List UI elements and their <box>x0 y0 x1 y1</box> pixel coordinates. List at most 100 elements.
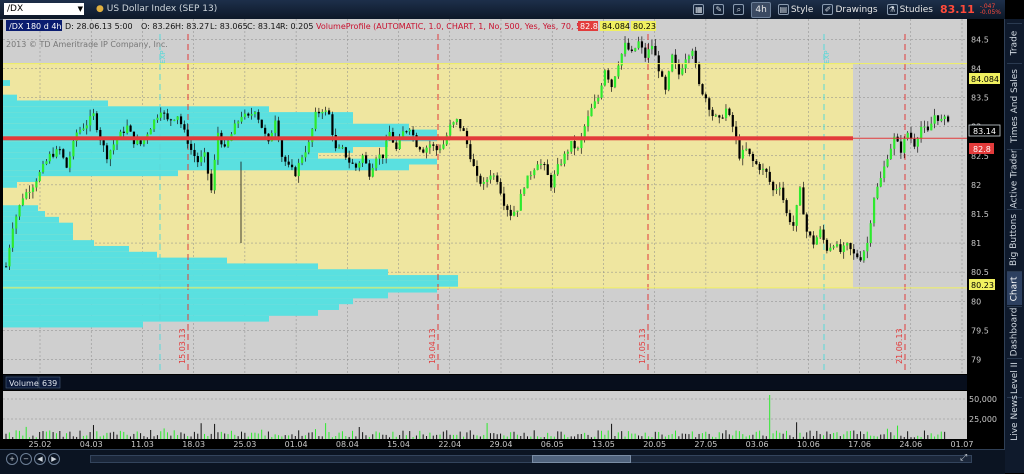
candle-body <box>778 187 781 190</box>
candle-body <box>630 49 633 52</box>
candle-body <box>751 153 755 162</box>
candle-body <box>775 189 778 191</box>
va-high-marker-text: 84.084 <box>971 75 999 84</box>
drawings-button[interactable]: ✐ Drawings <box>820 3 879 17</box>
date-tick: 04.03 <box>80 440 103 449</box>
profile-bar <box>3 94 17 101</box>
profile-bar <box>3 269 388 276</box>
candle-body <box>593 101 596 108</box>
candle-body <box>859 257 862 261</box>
profile-bar <box>3 257 227 264</box>
studies-button[interactable]: ⚗ Studies <box>885 3 935 17</box>
sidebar-tab-trade[interactable]: Trade <box>1007 23 1022 62</box>
candle-body <box>92 113 95 117</box>
symbol-selector[interactable]: /DX ▼ <box>4 3 84 15</box>
fit-zoom-icon[interactable]: ⤢ <box>960 453 967 463</box>
sidebar-tab-dashboard[interactable]: Dashboard <box>1007 306 1022 357</box>
zoom-button[interactable]: ⌕ <box>731 3 746 17</box>
candle-body <box>708 98 711 110</box>
candle-body <box>664 76 667 90</box>
candle-body <box>35 181 38 188</box>
grid-layout-button[interactable]: ▦ <box>691 3 706 17</box>
candle-body <box>711 109 714 117</box>
study-label[interactable]: VolumeProfile (AUTOMATIC, 1.0, CHART, 1,… <box>316 22 589 31</box>
candle-body <box>428 144 432 148</box>
candle-body <box>307 142 310 153</box>
period-label: 21.06.13 <box>895 328 904 364</box>
scroll-left-button[interactable]: ◀ <box>34 453 46 465</box>
sidebar-tab-label: Times And Sales <box>1009 69 1020 143</box>
tools-button[interactable]: ✎ <box>711 3 726 17</box>
expiration-label: EXP <box>159 51 167 64</box>
candle-body <box>899 141 903 153</box>
profile-bar <box>3 280 458 287</box>
candle-body <box>745 148 748 150</box>
candle-body <box>173 119 176 121</box>
ohlc-close: C: 83.14 <box>247 22 281 31</box>
profile-bar <box>3 245 129 252</box>
candle-body <box>889 148 893 160</box>
candle-body <box>395 142 398 150</box>
drawings-label: Drawings <box>835 4 878 15</box>
candle-body <box>72 140 75 157</box>
candle-body <box>55 149 58 157</box>
candle-body <box>260 119 263 128</box>
candle-body <box>933 115 936 124</box>
profile-bar <box>3 251 157 258</box>
candle-body <box>883 166 886 179</box>
date-tick: 13.05 <box>592 440 615 449</box>
grid-icon: ▦ <box>693 4 705 15</box>
candle-body <box>701 84 704 95</box>
candle-body <box>677 63 681 75</box>
sidebar-tab-big-buttons[interactable]: Big Buttons <box>1007 209 1022 270</box>
scrollbar-thumb[interactable] <box>532 455 631 463</box>
candle-body <box>358 162 361 168</box>
candle-body <box>48 153 51 162</box>
zoom-out-button[interactable]: − <box>20 453 32 465</box>
candle-body <box>15 216 18 229</box>
sidebar-tab-chart[interactable]: Chart <box>1007 271 1022 305</box>
candle-body <box>62 149 65 158</box>
candle-body <box>869 223 872 243</box>
candle-body <box>58 149 62 151</box>
profile-bar <box>3 181 17 188</box>
candle-body <box>287 161 290 165</box>
candle-body <box>351 162 354 164</box>
candle-body <box>253 112 257 115</box>
candle-body <box>459 119 462 129</box>
net-change-percent: -0.05% <box>979 8 1001 16</box>
sidebar-tab-live-news[interactable]: Live News <box>1007 395 1022 441</box>
chevron-down-icon[interactable]: ▼ <box>78 3 83 15</box>
candle-body <box>731 114 734 127</box>
horizontal-scrollbar[interactable] <box>90 455 972 463</box>
candle-body <box>338 147 341 149</box>
candle-body <box>331 114 334 135</box>
style-button[interactable]: ▤ Style <box>776 3 816 17</box>
candle-body <box>782 187 785 201</box>
candle-body <box>472 159 475 166</box>
candle-body <box>872 198 876 224</box>
candle-body <box>317 111 321 114</box>
candle-body <box>314 111 317 129</box>
candle-body <box>916 138 919 147</box>
candle-body <box>250 114 253 116</box>
scroll-right-button[interactable]: ▶ <box>48 453 60 465</box>
candle-body <box>122 131 125 133</box>
candle-body <box>519 193 522 211</box>
candle-body <box>573 140 576 149</box>
zoom-in-button[interactable]: + <box>6 453 18 465</box>
period-label: 17.05.13 <box>638 328 647 364</box>
sidebar-tab-times-and-sales[interactable]: Times And Sales <box>1007 63 1022 148</box>
candle-body <box>82 128 85 130</box>
candle-body <box>301 157 304 163</box>
candle-body <box>903 138 906 153</box>
candle-body <box>819 229 822 238</box>
candle-body <box>183 124 186 130</box>
candle-body <box>523 188 526 194</box>
sidebar-tab-active-trader[interactable]: Active Trader <box>1007 149 1022 209</box>
candle-body <box>18 205 21 217</box>
candle-body <box>654 45 657 56</box>
sidebar-tab-level-ii[interactable]: Level II <box>1007 358 1022 396</box>
aggregation-selector[interactable]: 4h <box>751 1 771 18</box>
chart-area[interactable]: 15.03.13 19.04.13 17.05.13 21.06.13 EXP EXP 7… <box>0 19 1005 449</box>
